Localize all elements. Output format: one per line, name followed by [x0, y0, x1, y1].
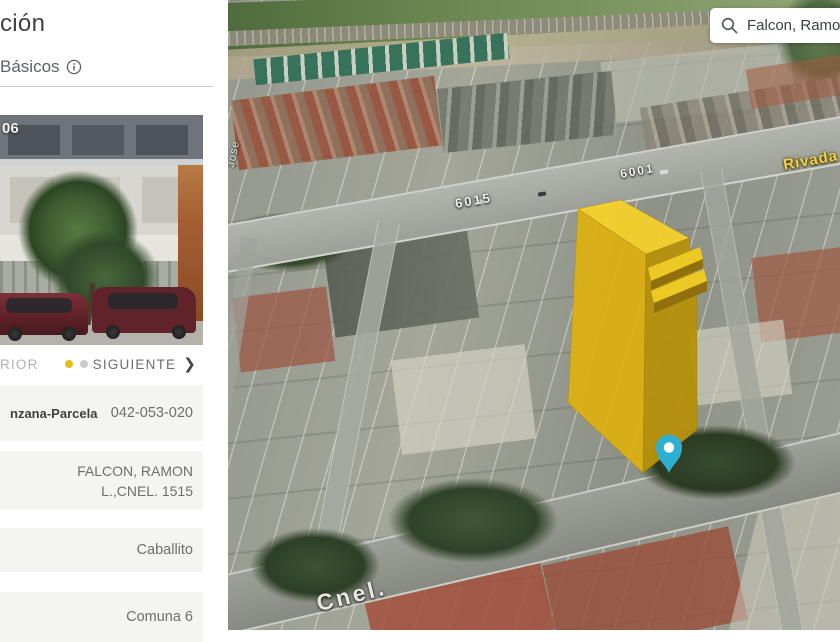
photo-car-window — [108, 293, 178, 309]
pager-next-button[interactable]: SIGUIENTE ❯ — [93, 355, 197, 373]
photo-car-wheel — [172, 325, 186, 339]
map-search-box — [710, 8, 840, 43]
property-photo: 06 — [0, 115, 203, 345]
section-divider — [0, 86, 213, 87]
pin-body — [656, 435, 682, 474]
photo-window — [72, 125, 124, 155]
photo-window — [136, 125, 188, 155]
map-3d-view[interactable]: 6015 6001 Cnel. Rivada Jose — [228, 0, 840, 630]
row-value: Comuna 6 — [126, 609, 193, 625]
app-window: { "sidebar": { "title": "ción", "tab_lab… — [0, 0, 840, 630]
map-white-roofs — [391, 344, 537, 455]
map-red-roof-block — [230, 76, 442, 170]
info-icon[interactable] — [66, 59, 82, 75]
sidebar-panel: ción Básicos — [0, 0, 228, 630]
row-value: 042-053-020 — [111, 405, 193, 421]
row-value-line: L.,CNEL. 1515 — [101, 481, 193, 501]
photo-timestamp-fragment: 06 — [2, 120, 19, 137]
map-tree-cluster — [388, 478, 558, 563]
photo-car-wheel — [106, 325, 120, 339]
photo-car-wheel — [8, 327, 22, 341]
row-comuna: Comuna 6 — [0, 592, 203, 642]
pager-dot-active[interactable] — [65, 360, 73, 368]
search-input[interactable] — [738, 17, 840, 34]
building-front-face — [568, 209, 646, 473]
row-direccion: FALCON, RAMON L.,CNEL. 1515 — [0, 451, 203, 510]
row-barrio: Caballito — [0, 528, 203, 572]
chevron-right-icon: ❯ — [183, 355, 197, 373]
row-value: Caballito — [137, 542, 193, 558]
pager-dot-inactive[interactable] — [80, 360, 88, 368]
search-icon — [721, 17, 738, 34]
pager-previous-button[interactable]: RIOR — [0, 357, 39, 372]
photo-car-wheel — [62, 327, 76, 341]
tab-basicos-label: Básicos — [0, 57, 60, 77]
pager-next-label: SIGUIENTE — [93, 357, 177, 372]
tab-basicos[interactable]: Básicos — [0, 57, 82, 77]
panel-title: ción — [0, 10, 45, 38]
parcel-3d-volume[interactable] — [558, 190, 710, 482]
location-pin[interactable] — [653, 432, 685, 474]
row-value-line: FALCON, RAMON — [77, 461, 193, 481]
photo-pager: RIOR SIGUIENTE ❯ — [0, 347, 197, 381]
pin-center-dot — [664, 442, 674, 452]
row-manzana-parcela: nzana-Parcela 042-053-020 — [0, 385, 203, 441]
row-label: nzana-Parcela — [10, 406, 97, 421]
pager-dots — [65, 360, 88, 368]
map-gray-block — [437, 71, 618, 153]
photo-car-window — [6, 298, 72, 313]
